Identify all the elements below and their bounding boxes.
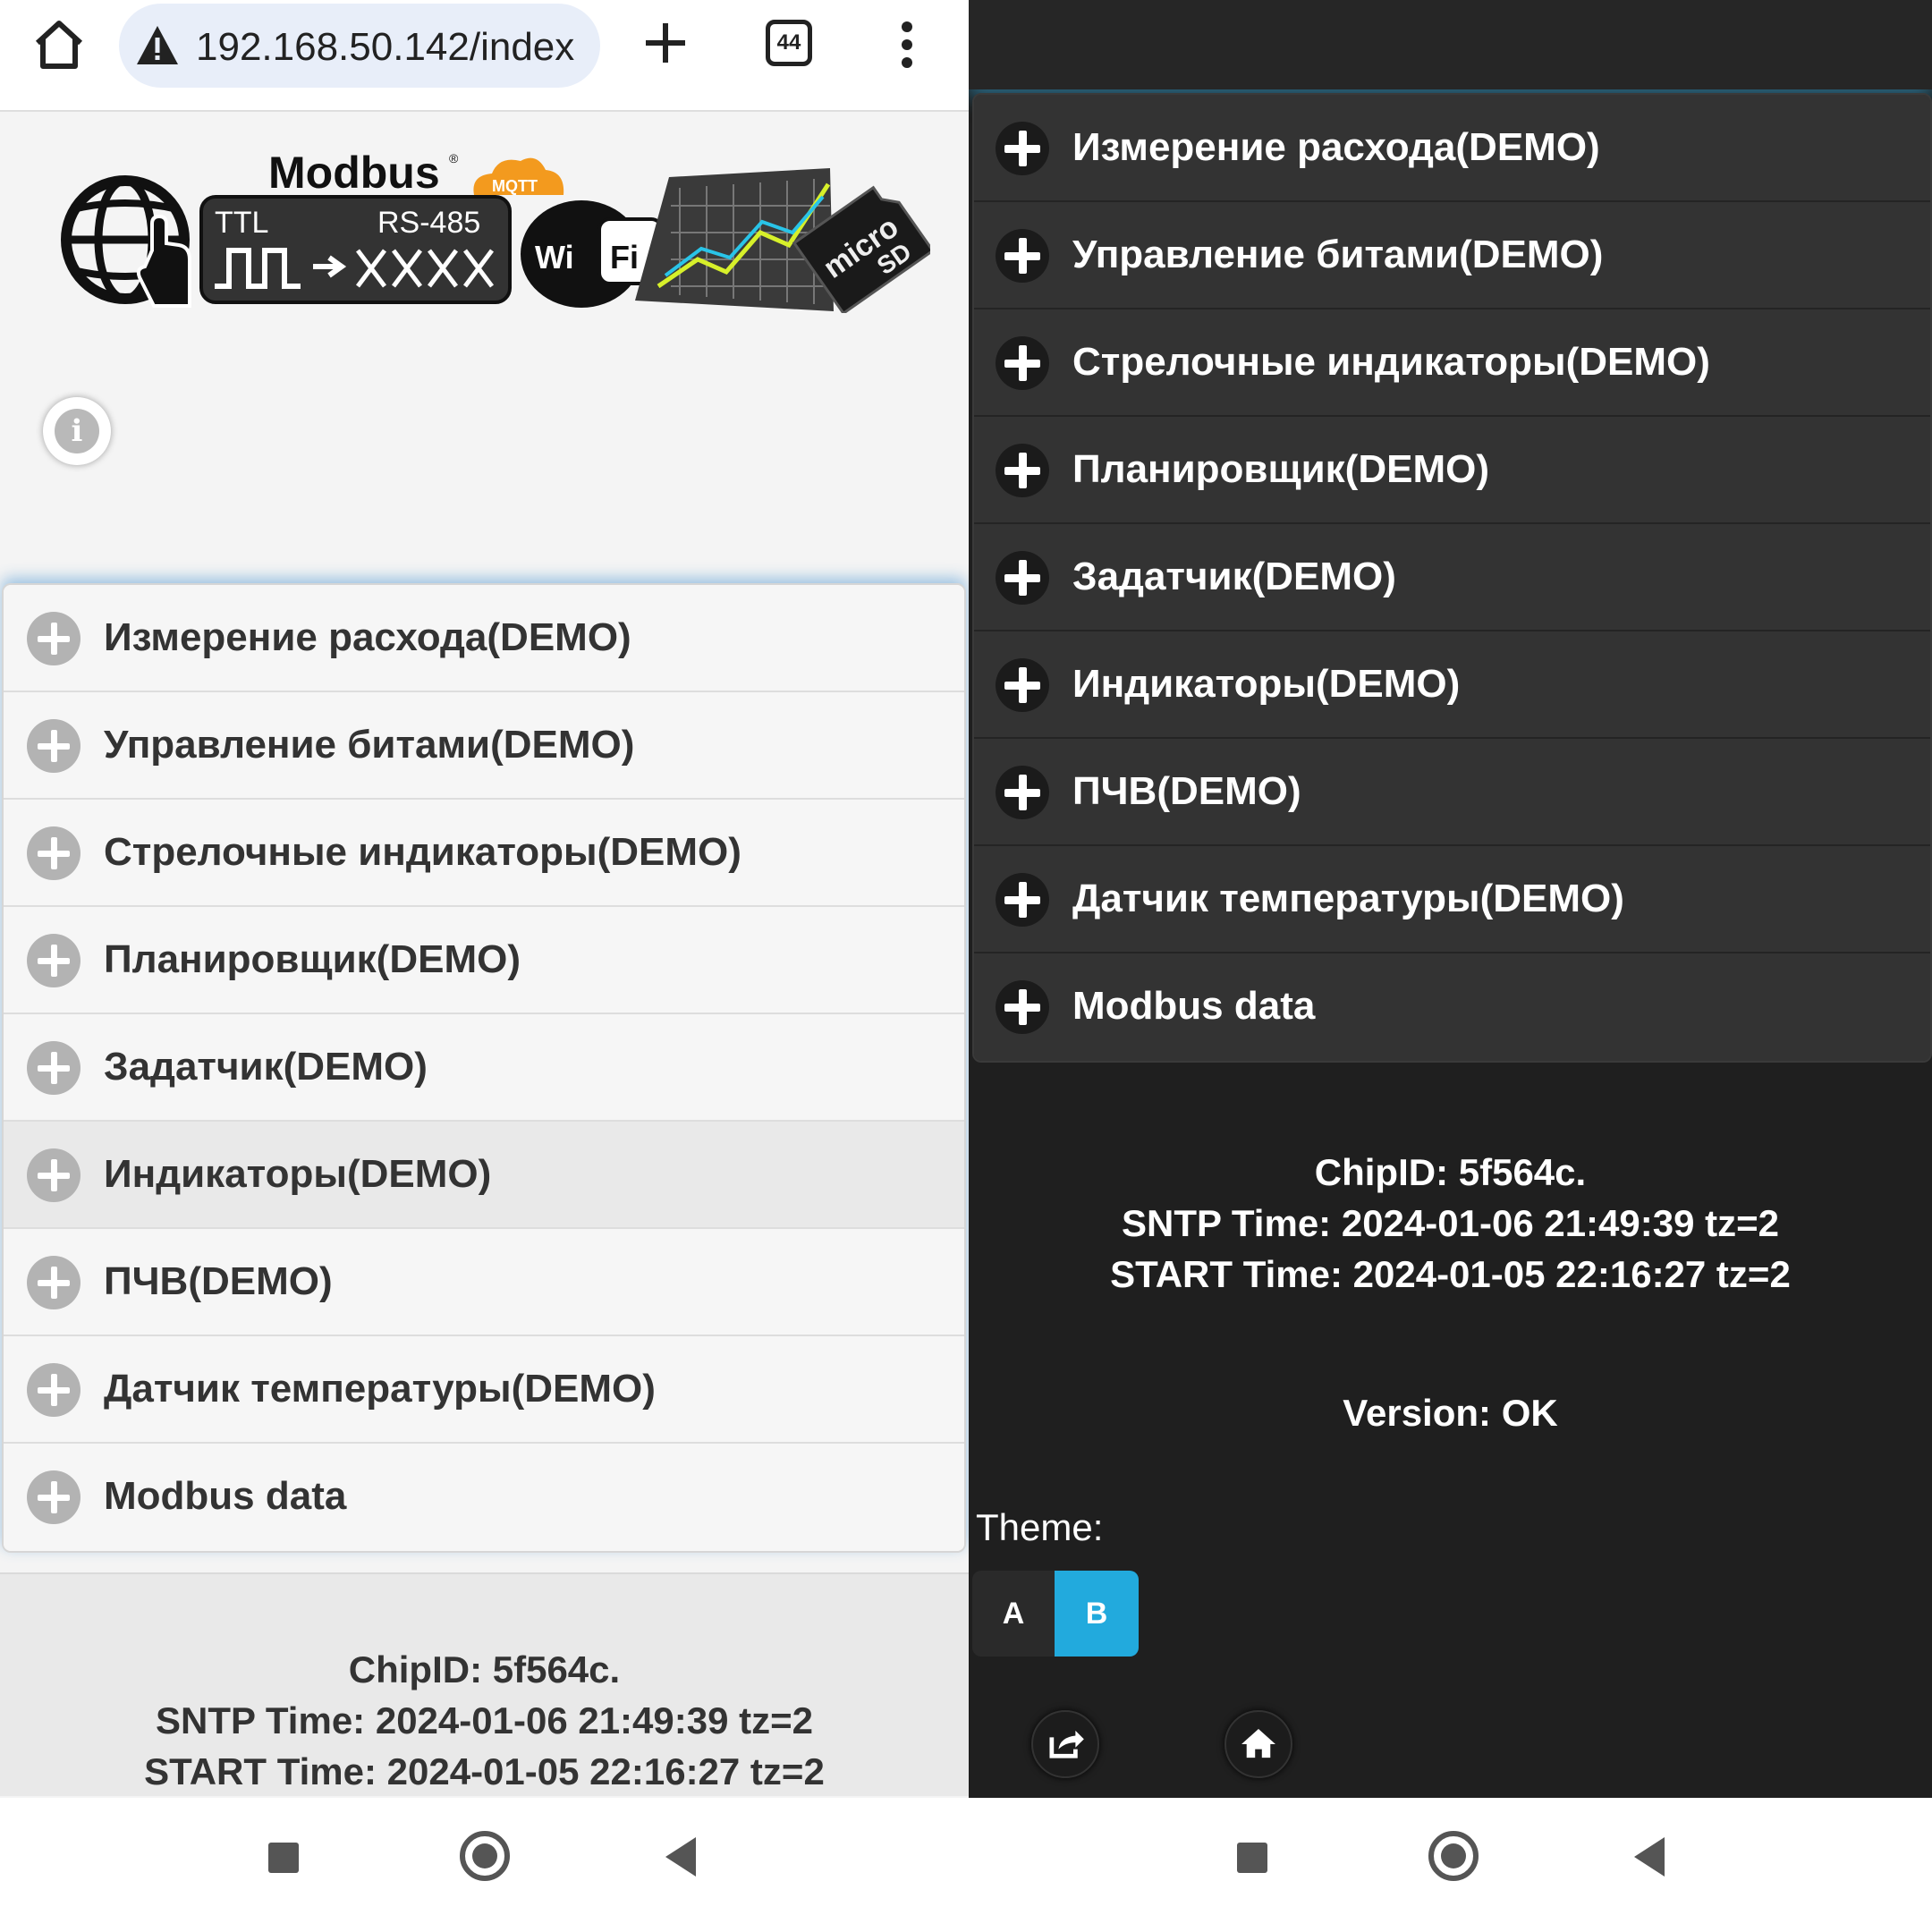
- more-icon[interactable]: [894, 18, 919, 72]
- status-info-dark: ChipID: 5f564c. SNTP Time: 2024-01-06 21…: [969, 1147, 1932, 1300]
- share-button[interactable]: [1031, 1710, 1099, 1778]
- home-circle-icon[interactable]: [1428, 1831, 1479, 1881]
- menu-item-vfd[interactable]: ПЧВ(DEMO): [4, 1229, 964, 1336]
- plus-circle-icon: [996, 658, 1049, 712]
- back-icon[interactable]: [1634, 1837, 1665, 1877]
- plus-circle-icon: [27, 1041, 80, 1095]
- menu-item-bit-control[interactable]: Управление битами(DEMO): [974, 202, 1930, 309]
- recent-apps-icon[interactable]: [1237, 1843, 1267, 1873]
- light-theme-screen: 192.168.50.142/index 44 Modbus ® MQTT TT…: [0, 0, 969, 1915]
- home-icon[interactable]: [30, 16, 88, 73]
- plus-circle-icon: [27, 1470, 80, 1524]
- plus-circle-icon: [996, 444, 1049, 497]
- plus-circle-icon: [27, 1148, 80, 1202]
- info-button[interactable]: i: [43, 397, 111, 465]
- theme-label: Theme:: [976, 1506, 1104, 1548]
- mqtt-cloud-icon: MQTT: [473, 157, 564, 195]
- theme-b-button[interactable]: B: [1055, 1571, 1139, 1657]
- android-navbar: [0, 1798, 969, 1915]
- plus-circle-icon: [996, 336, 1049, 390]
- plus-circle-icon: [996, 551, 1049, 605]
- status-footer-light: ChipID: 5f564c. SNTP Time: 2024-01-06 21…: [0, 1572, 969, 1796]
- menu-item-setpoint[interactable]: Задатчик(DEMO): [974, 524, 1930, 631]
- plus-circle-icon: [996, 873, 1049, 927]
- svg-text:Fi: Fi: [610, 239, 639, 275]
- svg-text:RS-485: RS-485: [377, 206, 480, 240]
- menu-item-bit-control[interactable]: Управление битами(DEMO): [4, 692, 964, 800]
- plus-circle-icon: [27, 1256, 80, 1309]
- menu-item-modbus-data[interactable]: Modbus data: [4, 1444, 964, 1551]
- menu-item-temperature-sensor[interactable]: Датчик температуры(DEMO): [974, 846, 1930, 953]
- svg-text:TTL: TTL: [215, 206, 268, 240]
- tabs-count-button[interactable]: 44: [766, 20, 812, 66]
- menu-item-flow-measurement[interactable]: Измерение расхода(DEMO): [974, 95, 1930, 202]
- menu-item-setpoint[interactable]: Задатчик(DEMO): [4, 1014, 964, 1122]
- menu-item-temperature-sensor[interactable]: Датчик температуры(DEMO): [4, 1336, 964, 1444]
- home-button[interactable]: [1224, 1710, 1292, 1778]
- dark-theme-screen: Измерение расхода(DEMO) Управление битам…: [969, 0, 1932, 1915]
- menu-item-gauges[interactable]: Стрелочные индикаторы(DEMO): [974, 309, 1930, 417]
- address-bar[interactable]: 192.168.50.142/index: [119, 4, 600, 88]
- modbus-text: Modbus: [268, 148, 440, 198]
- plus-circle-icon: [996, 122, 1049, 175]
- chip-id: ChipID: 5f564c.: [1314, 1151, 1587, 1193]
- browser-toolbar: 192.168.50.142/index 44: [0, 0, 969, 112]
- plus-circle-icon: [27, 934, 80, 987]
- menu-item-gauges[interactable]: Стрелочные индикаторы(DEMO): [4, 800, 964, 907]
- chip-id: ChipID: 5f564c.: [348, 1648, 621, 1690]
- android-navbar: [969, 1798, 1932, 1915]
- theme-a-button[interactable]: A: [972, 1571, 1055, 1657]
- info-icon: i: [55, 409, 99, 453]
- start-time: START Time: 2024-01-05 22:16:27 tz=2: [144, 1750, 825, 1792]
- version-text: Version: OK: [1343, 1392, 1558, 1434]
- svg-text:®: ®: [449, 151, 459, 165]
- home-circle-icon[interactable]: [460, 1831, 510, 1881]
- dark-header: [969, 0, 1932, 89]
- plus-circle-icon: [27, 719, 80, 773]
- svg-text:MQTT: MQTT: [492, 177, 538, 195]
- menu-item-indicators[interactable]: Индикаторы(DEMO): [974, 631, 1930, 739]
- ttl-rs485-converter-icon: TTL RS-485: [199, 195, 512, 304]
- back-icon[interactable]: [665, 1837, 696, 1877]
- menu-item-scheduler[interactable]: Планировщик(DEMO): [974, 417, 1930, 524]
- menu-item-flow-measurement[interactable]: Измерение расхода(DEMO): [4, 585, 964, 692]
- plus-circle-icon: [996, 229, 1049, 283]
- url-text: 192.168.50.142/index: [196, 25, 575, 69]
- plus-circle-icon: [996, 980, 1049, 1034]
- recent-apps-icon[interactable]: [268, 1843, 299, 1873]
- collapsible-menu-light: Измерение расхода(DEMO) Управление битам…: [2, 583, 966, 1553]
- modbus-logo-banner: Modbus ® MQTT TTL RS-485 Wi Fi micro SD: [61, 148, 930, 313]
- new-tab-icon[interactable]: [639, 16, 692, 70]
- menu-item-modbus-data[interactable]: Modbus data: [974, 953, 1930, 1061]
- home-icon: [1241, 1728, 1275, 1758]
- menu-item-scheduler[interactable]: Планировщик(DEMO): [4, 907, 964, 1014]
- start-time: START Time: 2024-01-05 22:16:27 tz=2: [1110, 1253, 1791, 1295]
- menu-item-vfd[interactable]: ПЧВ(DEMO): [974, 739, 1930, 846]
- plus-circle-icon: [27, 826, 80, 880]
- plus-circle-icon: [27, 612, 80, 665]
- share-icon: [1049, 1730, 1084, 1758]
- warning-icon: [137, 26, 178, 64]
- svg-text:Wi: Wi: [535, 239, 574, 275]
- plus-circle-icon: [996, 766, 1049, 819]
- globe-hand-icon: [61, 175, 191, 308]
- collapsible-menu-dark: Измерение расхода(DEMO) Управление битам…: [972, 93, 1932, 1063]
- sntp-time: SNTP Time: 2024-01-06 21:49:39 tz=2: [1121, 1202, 1780, 1244]
- sntp-time: SNTP Time: 2024-01-06 21:49:39 tz=2: [155, 1699, 814, 1741]
- plus-circle-icon: [27, 1363, 80, 1417]
- theme-switcher: A B: [972, 1571, 1139, 1657]
- menu-item-indicators[interactable]: Индикаторы(DEMO): [4, 1122, 964, 1229]
